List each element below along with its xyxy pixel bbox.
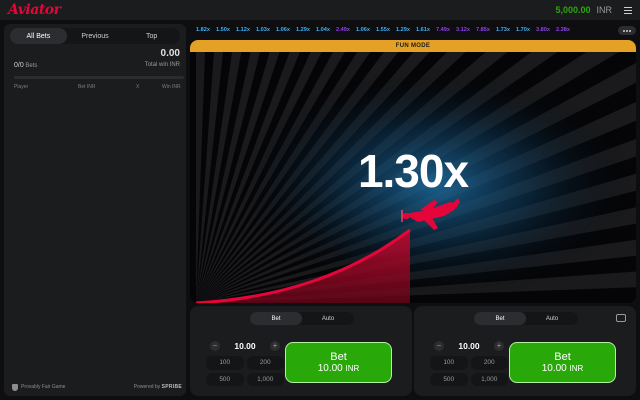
stake-stepper: − 10.00 + bbox=[434, 340, 504, 351]
history-multiplier[interactable]: 7.85x bbox=[476, 27, 490, 33]
bets-count-label: Bets bbox=[25, 63, 38, 69]
provably-fair[interactable]: Provably Fair Game bbox=[12, 383, 66, 391]
game-canvas: FUN MODE 1.30x bbox=[190, 40, 636, 303]
history-multiplier[interactable]: 1.03x bbox=[256, 27, 270, 33]
col-player: Player bbox=[14, 84, 29, 90]
col-x: X bbox=[136, 84, 140, 90]
tab-auto[interactable]: Auto bbox=[302, 312, 354, 325]
history-multiplier[interactable]: 2.49x bbox=[336, 27, 350, 33]
history-multiplier[interactable]: 1.12x bbox=[236, 27, 250, 33]
bet-button[interactable]: Bet 10.00 INR bbox=[509, 342, 616, 383]
quick-amount-button[interactable]: 200 bbox=[246, 356, 284, 370]
powered-by-label: Powered by bbox=[133, 384, 161, 390]
col-bet: Bet INR bbox=[78, 84, 96, 90]
balance-amount: 5,000.00 bbox=[555, 5, 591, 15]
quick-amounts: 100 200 500 1,000 bbox=[206, 356, 284, 386]
stake-value[interactable]: 10.00 bbox=[234, 341, 255, 351]
history-multiplier[interactable]: 1.06x bbox=[356, 27, 370, 33]
history-multiplier[interactable]: 1.61x bbox=[416, 27, 430, 33]
bet-button-amount: 10.00 INR bbox=[317, 363, 360, 374]
minus-icon[interactable]: − bbox=[210, 340, 220, 351]
tab-bet[interactable]: Bet bbox=[250, 312, 302, 325]
quick-amount-button[interactable]: 1,000 bbox=[246, 372, 284, 386]
tab-previous[interactable]: Previous bbox=[67, 28, 124, 44]
minus-icon[interactable]: − bbox=[434, 340, 444, 351]
tab-auto[interactable]: Auto bbox=[526, 312, 578, 325]
history-multiplier[interactable]: 7.49x bbox=[436, 27, 450, 33]
bet-auto-toggle: Bet Auto bbox=[250, 312, 354, 325]
powered-by: Powered by SPRIBE bbox=[134, 384, 182, 390]
stake-value[interactable]: 10.00 bbox=[458, 341, 479, 351]
menu-icon[interactable] bbox=[624, 6, 632, 14]
tab-bet[interactable]: Bet bbox=[474, 312, 526, 325]
chat-icon[interactable] bbox=[616, 314, 626, 322]
plus-icon[interactable]: + bbox=[494, 340, 504, 351]
balance-currency: INR bbox=[596, 5, 613, 15]
bet-button-label: Bet bbox=[554, 351, 571, 363]
quick-amount-button[interactable]: 1,000 bbox=[470, 372, 508, 386]
quick-amounts: 100 200 500 1,000 bbox=[430, 356, 508, 386]
quick-amount-button[interactable]: 100 bbox=[430, 356, 468, 370]
quick-amount-button[interactable]: 500 bbox=[206, 372, 244, 386]
tab-top[interactable]: Top bbox=[123, 28, 180, 44]
history-multiplier[interactable]: 1.70x bbox=[516, 27, 530, 33]
top-bar: Aviator 5,000.00 INR bbox=[0, 0, 640, 20]
history-multiplier[interactable]: 1.29x bbox=[396, 27, 410, 33]
history-multiplier[interactable]: 1.50x bbox=[216, 27, 230, 33]
total-win-value: 0.00 bbox=[160, 48, 180, 59]
quick-amount-button[interactable]: 100 bbox=[206, 356, 244, 370]
stake-stepper: − 10.00 + bbox=[210, 340, 280, 351]
tab-all-bets[interactable]: All Bets bbox=[10, 28, 67, 44]
history-multiplier[interactable]: 1.82x bbox=[196, 27, 210, 33]
bet-auto-toggle: Bet Auto bbox=[474, 312, 578, 325]
left-footer: Provably Fair Game Powered by SPRIBE bbox=[12, 382, 182, 392]
plus-icon[interactable]: + bbox=[270, 340, 280, 351]
history-multiplier[interactable]: 1.73x bbox=[496, 27, 510, 33]
bet-panel-2: Bet Auto − 10.00 + 100 200 500 1,000 Bet… bbox=[414, 306, 636, 396]
history-multiplier[interactable]: 2.38x bbox=[556, 27, 570, 33]
quick-amount-button[interactable]: 200 bbox=[470, 356, 508, 370]
current-multiplier: 1.30x bbox=[357, 145, 469, 197]
provably-fair-label: Provably Fair Game bbox=[21, 384, 66, 390]
multiplier-history: 1.82x 1.50x 1.12x 1.03x 1.06x 1.29x 1.04x 2.49x… bbox=[190, 24, 636, 36]
balance: 5,000.00 INR bbox=[555, 5, 632, 15]
shield-icon bbox=[12, 383, 18, 391]
history-multiplier[interactable]: 1.29x bbox=[296, 27, 310, 33]
fun-mode-banner: FUN MODE bbox=[190, 40, 636, 52]
quick-amount-button[interactable]: 500 bbox=[430, 372, 468, 386]
total-win-label: Total win INR bbox=[144, 62, 180, 68]
bets-count-value: 0/0 bbox=[14, 62, 24, 69]
history-multiplier[interactable]: 3.12x bbox=[456, 27, 470, 33]
bet-button[interactable]: Bet 10.00 INR bbox=[285, 342, 392, 383]
bet-button-label: Bet bbox=[330, 351, 347, 363]
col-win: Win INR bbox=[162, 84, 181, 90]
history-multiplier[interactable]: 3.80x bbox=[536, 27, 550, 33]
bets-progress-bar bbox=[14, 76, 184, 79]
bets-summary: 0.00 0/0 Bets Total win INR bbox=[10, 48, 184, 84]
history-multiplier[interactable]: 1.55x bbox=[376, 27, 390, 33]
bet-button-amount: 10.00 INR bbox=[541, 363, 584, 374]
bet-panel-1: Bet Auto − 10.00 + 100 200 500 1,000 Bet… bbox=[190, 306, 412, 396]
bets-count: 0/0 Bets bbox=[14, 62, 37, 69]
spribe-logo: SPRIBE bbox=[161, 384, 182, 390]
aviator-logo: Aviator bbox=[8, 2, 61, 18]
more-icon[interactable] bbox=[618, 26, 636, 35]
history-multiplier[interactable]: 1.04x bbox=[316, 27, 330, 33]
history-multiplier[interactable]: 1.06x bbox=[276, 27, 290, 33]
bets-panel: All Bets Previous Top 0.00 0/0 Bets Tota… bbox=[4, 24, 186, 396]
bets-tabs: All Bets Previous Top bbox=[10, 28, 180, 44]
